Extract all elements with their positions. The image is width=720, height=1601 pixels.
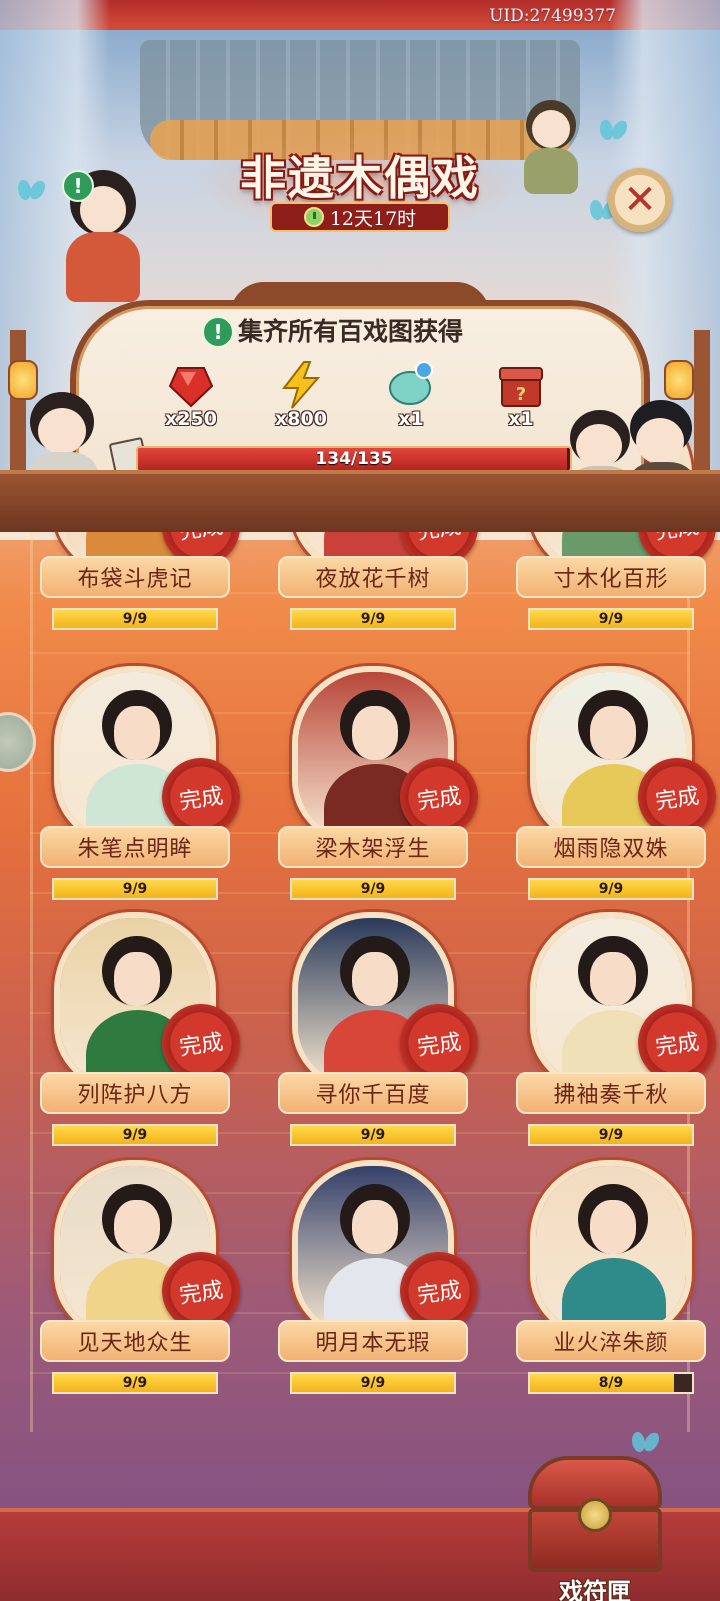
red-gem-icon [168,367,214,408]
chest-label: 戏符匣 [559,1577,631,1601]
puppet-card[interactable]: 完成 烟雨隐双姝 9/9 [516,666,720,900]
puppet-character-right [510,100,590,200]
puppet-card[interactable]: 业火淬朱颜 8/9 [516,1160,706,1394]
info-icon[interactable]: ! [202,316,234,348]
puppet-card[interactable]: 完成 明月本无瑕 9/9 [278,1160,484,1394]
card-progress-text: 9/9 [122,881,148,897]
collection-progress-text: 134/135 [315,449,393,469]
card-progress-bar: 8/9 [528,1372,694,1394]
portrait-face [352,1200,398,1254]
card-title: 见天地众生 [40,1320,230,1362]
card-progress-bar: 9/9 [52,1372,218,1394]
portrait-face [114,1200,160,1254]
card-title: 业火淬朱颜 [516,1320,706,1362]
card-progress-bar: 9/9 [528,608,694,630]
reward-qty: x1 [508,408,534,430]
portrait-face [114,952,160,1006]
card-title: 寸木化百形 [516,556,706,598]
reward-qty: x1 [398,408,424,430]
stage-rail [0,470,720,532]
card-title: 布袋斗虎记 [40,556,230,598]
card-title: 夜放花千树 [278,556,468,598]
reward-red-gem[interactable]: x250 [146,360,236,436]
card-progress-bar: 9/9 [290,1124,456,1146]
card-progress-text: 9/9 [598,881,624,897]
portrait-face [352,706,398,760]
card-progress-bar: 9/9 [290,878,456,900]
card-title: 列阵护八方 [40,1072,230,1114]
chest-lock-icon [578,1498,612,1532]
card-progress-text: 9/9 [360,1127,386,1143]
card-progress-text: 9/9 [122,1375,148,1391]
card-progress-text: 9/9 [360,1375,386,1391]
card-progress-text: 9/9 [360,881,386,897]
puppet-card[interactable]: 完成 朱笔点明眸 9/9 [40,666,246,900]
card-title: 梁木架浮生 [278,826,468,868]
card-progress-bar: 9/9 [528,1124,694,1146]
reward-qty: x250 [165,408,217,430]
event-screen: UID:27499377 ! 非遗木偶戏 12天17时 ✕ ! 集齐所有百戏图获… [0,0,720,1601]
card-title: 拂袖奏千秋 [516,1072,706,1114]
portrait-face [590,1200,636,1254]
portrait-face [352,952,398,1006]
jade-orb-icon [389,361,433,405]
mystery-box-icon: ? [499,367,543,407]
card-title: 明月本无瑕 [278,1320,468,1362]
alert-icon[interactable]: ! [62,170,94,202]
card-title: 烟雨隐双姝 [516,826,706,868]
collect-all-text: 集齐所有百戏图获得 [238,317,464,346]
card-progress-text: 9/9 [122,611,148,627]
card-progress-bar: 9/9 [290,1372,456,1394]
puppet-card[interactable]: 完成 列阵护八方 9/9 [40,912,246,1146]
puppet-card[interactable]: 完成 寻你千百度 9/9 [278,912,484,1146]
card-progress-bar: 9/9 [528,878,694,900]
card-title: 寻你千百度 [278,1072,468,1114]
svg-text:?: ? [516,384,526,405]
collection-progress-bar: 134/135 [136,446,572,472]
reward-mystery-box[interactable]: ? x1 [476,360,566,436]
portrait-face [114,706,160,760]
puppet-card[interactable]: 完成 拂袖奏千秋 9/9 [516,912,720,1146]
puppet-portrait [530,1160,692,1338]
card-progress-text: 9/9 [360,611,386,627]
card-progress-text: 9/9 [598,611,624,627]
reward-jade-orb[interactable]: x1 [366,360,456,436]
lantern-icon [664,360,694,400]
portrait-face [590,706,636,760]
card-progress-bar: 9/9 [52,878,218,900]
opera-chest-button[interactable]: 戏符匣 [520,1448,670,1601]
card-title: 朱笔点明眸 [40,826,230,868]
card-progress-bar: 9/9 [52,1124,218,1146]
card-progress-text: 8/9 [598,1375,624,1391]
reward-energy[interactable]: x800 [256,360,346,436]
card-progress-bar: 9/9 [52,608,218,630]
puppet-card[interactable]: 完成 梁木架浮生 9/9 [278,666,484,900]
lightning-icon [281,361,321,409]
card-progress-text: 9/9 [122,1127,148,1143]
reward-qty: x800 [275,408,327,430]
card-progress-text: 9/9 [598,1127,624,1143]
card-progress-bar: 9/9 [290,608,456,630]
puppet-card[interactable]: 完成 见天地众生 9/9 [40,1160,246,1394]
portrait-face [590,952,636,1006]
